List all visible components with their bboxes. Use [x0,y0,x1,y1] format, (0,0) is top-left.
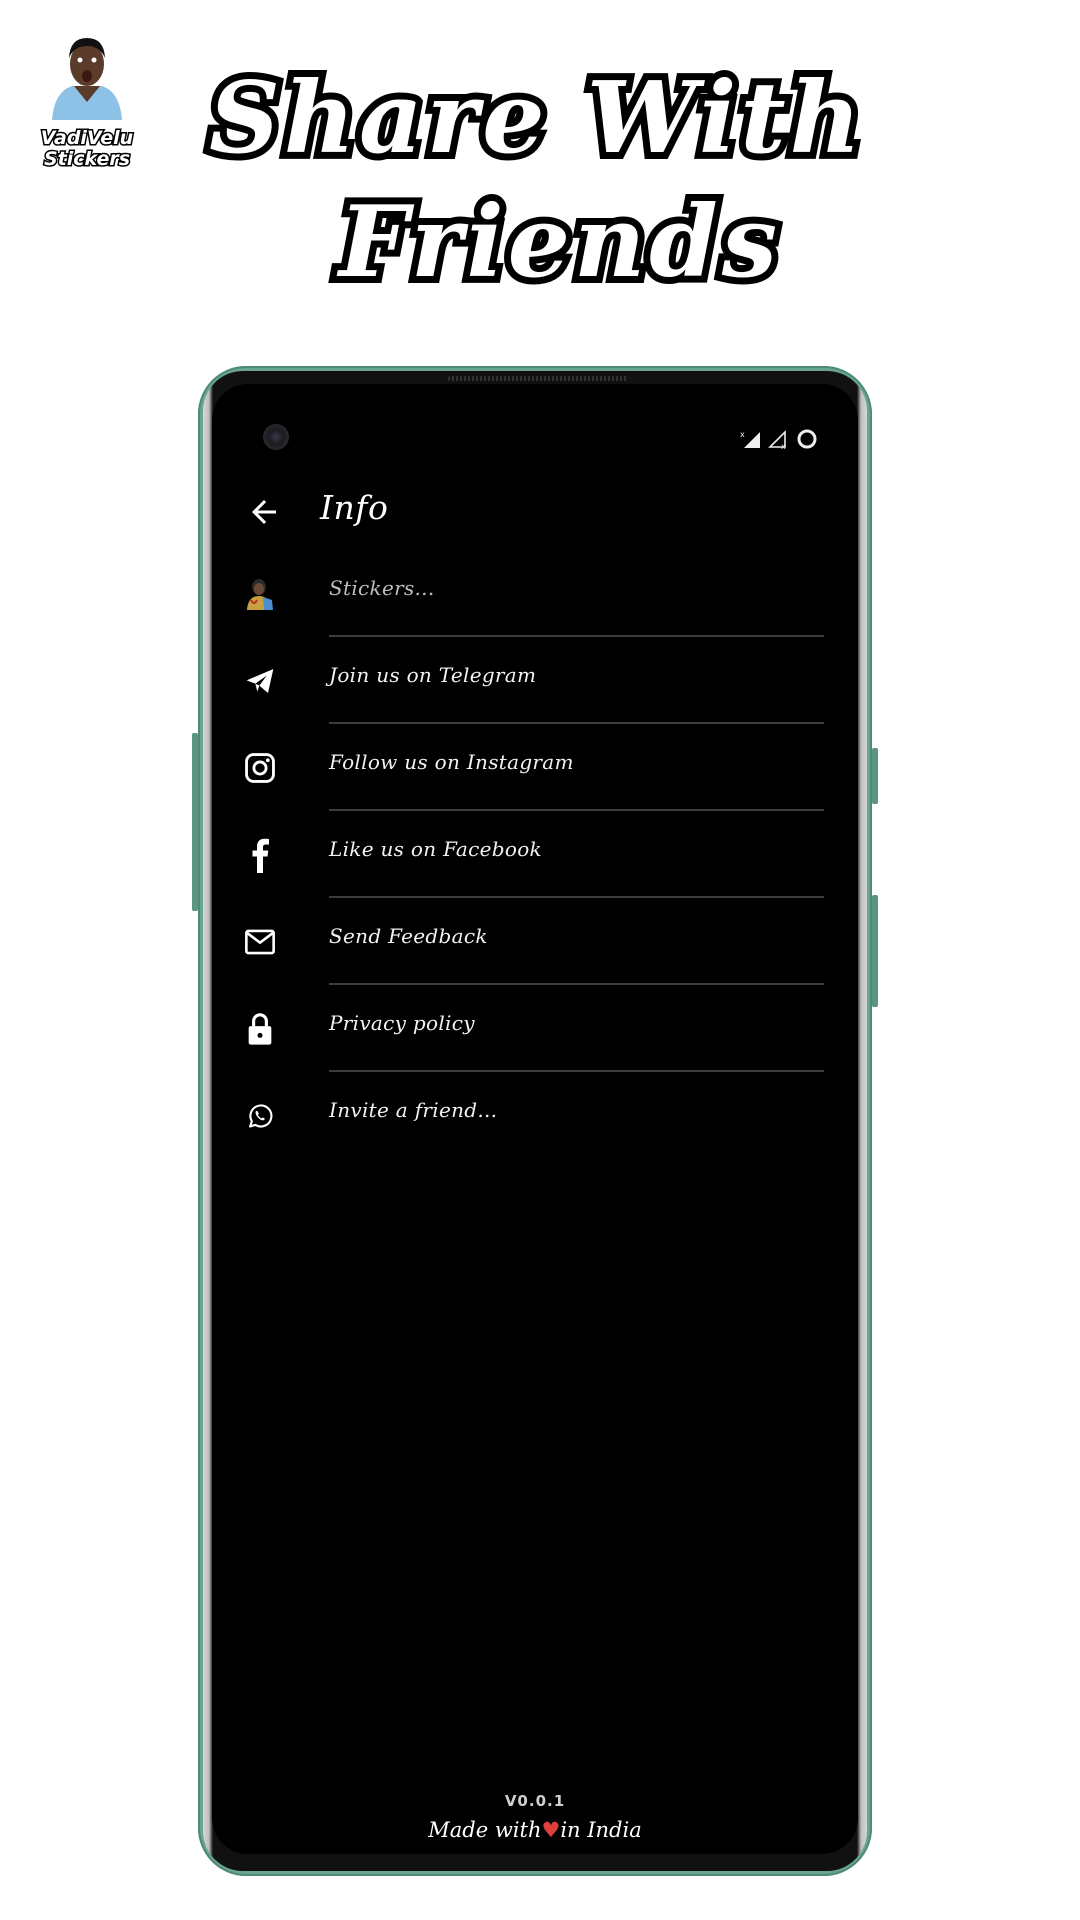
battery-circle-icon [797,429,817,449]
list-item-facebook[interactable]: Like us on Facebook [212,811,858,898]
back-button[interactable] [246,494,282,530]
mail-icon [242,924,278,960]
heart-icon: ♥ [541,1818,561,1842]
list-item-privacy[interactable]: Privacy policy [212,985,858,1072]
list-item-label: Invite a friend... [329,1098,498,1122]
phone-frame: x x Info Stickers... Join us on Telegram… [192,366,878,1876]
list-item-label: Privacy policy [329,1011,475,1035]
list-item-telegram[interactable]: Join us on Telegram [212,637,858,724]
list-item-invite[interactable]: Invite a friend... [212,1072,858,1159]
app-version: V0.0.1 [504,1792,566,1810]
made-with-suffix: in India [560,1818,642,1842]
made-with-prefix: Made with [428,1818,542,1842]
list-item-label: Follow us on Instagram [329,750,574,774]
made-in-india-text: Made with♥in India [212,1818,858,1842]
phone-screen: x x Info Stickers... Join us on Telegram… [212,384,858,1854]
signal-no-sim-icon: x [740,430,760,448]
list-item-instagram[interactable]: Follow us on Instagram [212,724,858,811]
list-item-label: Stickers... [329,576,435,600]
signal-empty-icon: x [768,430,786,449]
app-bar: Info [212,482,858,542]
svg-text:x: x [740,430,745,439]
lock-icon [242,1011,278,1047]
svg-text:x: x [781,442,786,449]
list-item-stickers[interactable]: Stickers... [212,550,858,637]
sticker-avatar-icon [242,576,278,612]
list-item-label: Join us on Telegram [329,663,537,687]
instagram-icon [242,750,278,786]
list-item-label: Send Feedback [329,924,488,948]
front-camera [263,424,289,450]
headline-line1: Share With [202,57,868,181]
list-item-feedback[interactable]: Send Feedback [212,898,858,985]
telegram-icon [242,663,278,699]
arrow-left-icon [252,500,276,524]
facebook-icon [242,837,278,873]
whatsapp-icon [242,1098,278,1134]
headline-line2: Friends [332,181,784,305]
status-bar: x x [740,428,818,450]
phone-side-button-left [192,733,198,911]
info-list: Stickers... Join us on Telegram Follow u… [212,550,858,1159]
list-item-label: Like us on Facebook [329,837,542,861]
phone-side-button-right-top [872,748,878,804]
phone-side-button-right-bottom [872,895,878,1007]
phone-speaker [448,376,628,381]
page-title: Info [320,488,389,527]
